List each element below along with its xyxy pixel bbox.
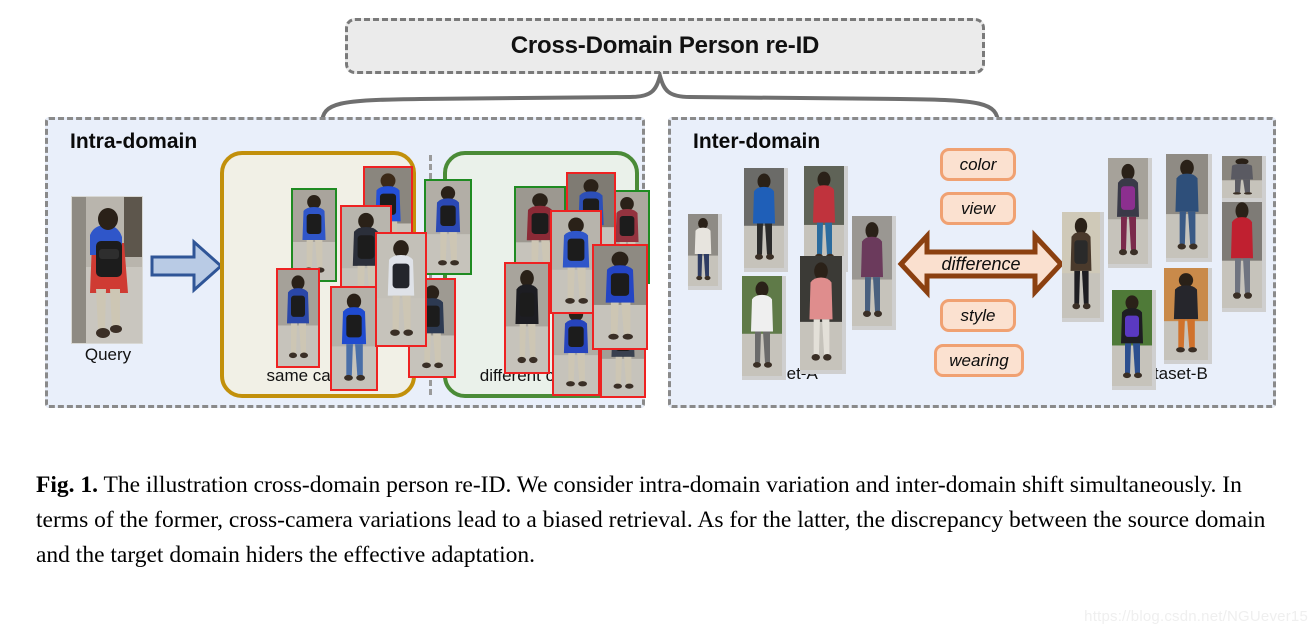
dataset-a-thumbnail <box>742 276 786 380</box>
difference-double-arrow-icon <box>897 229 1065 299</box>
dataset-b-thumbnail <box>1108 158 1152 268</box>
gallery-thumbnail <box>276 268 320 368</box>
figure-caption: Fig. 1. The illustration cross-domain pe… <box>36 468 1284 573</box>
caption-text: The illustration cross-domain person re-… <box>36 472 1266 568</box>
query-label: Query <box>84 345 132 364</box>
gallery-thumbnail <box>375 232 427 347</box>
dataset-a-thumbnail <box>688 214 722 290</box>
dataset-a-thumbnail <box>800 256 846 374</box>
gallery-thumbnail <box>424 179 472 275</box>
tag-color: color <box>940 148 1016 181</box>
dataset-b-label: Dataset-B <box>1132 364 1208 383</box>
dataset-b-thumbnail <box>1222 196 1266 312</box>
dataset-a-thumbnail <box>744 168 788 272</box>
dataset-b-thumbnail <box>1164 268 1212 364</box>
dataset-b-thumbnail <box>1062 212 1104 322</box>
intra-domain-title: Intra-domain <box>70 130 198 153</box>
right-arrow-icon <box>150 238 224 294</box>
dataset-b-thumbnail <box>1166 154 1212 262</box>
page-title: Cross-Domain Person re-ID <box>510 32 820 59</box>
caption-label: Fig. 1. <box>36 472 99 498</box>
query-image <box>71 196 143 344</box>
inter-domain-title: Inter-domain <box>693 130 821 153</box>
gallery-thumbnail <box>504 262 550 374</box>
gallery-thumbnail <box>330 286 378 391</box>
dataset-a-thumbnail <box>852 216 896 330</box>
dataset-b-thumbnail <box>1222 156 1266 202</box>
tag-style: style <box>940 299 1016 332</box>
query-person-photo <box>72 197 142 343</box>
same-camera-label: same camera <box>266 366 370 385</box>
dataset-b-thumbnail <box>1112 290 1156 390</box>
figure-title-box: Cross-Domain Person re-ID <box>345 18 985 74</box>
watermark: https://blog.csdn.net/NGUever15 <box>1084 608 1308 625</box>
gallery-thumbnail <box>592 244 648 350</box>
tag-wearing: wearing <box>934 344 1024 377</box>
tag-view: view <box>940 192 1016 225</box>
